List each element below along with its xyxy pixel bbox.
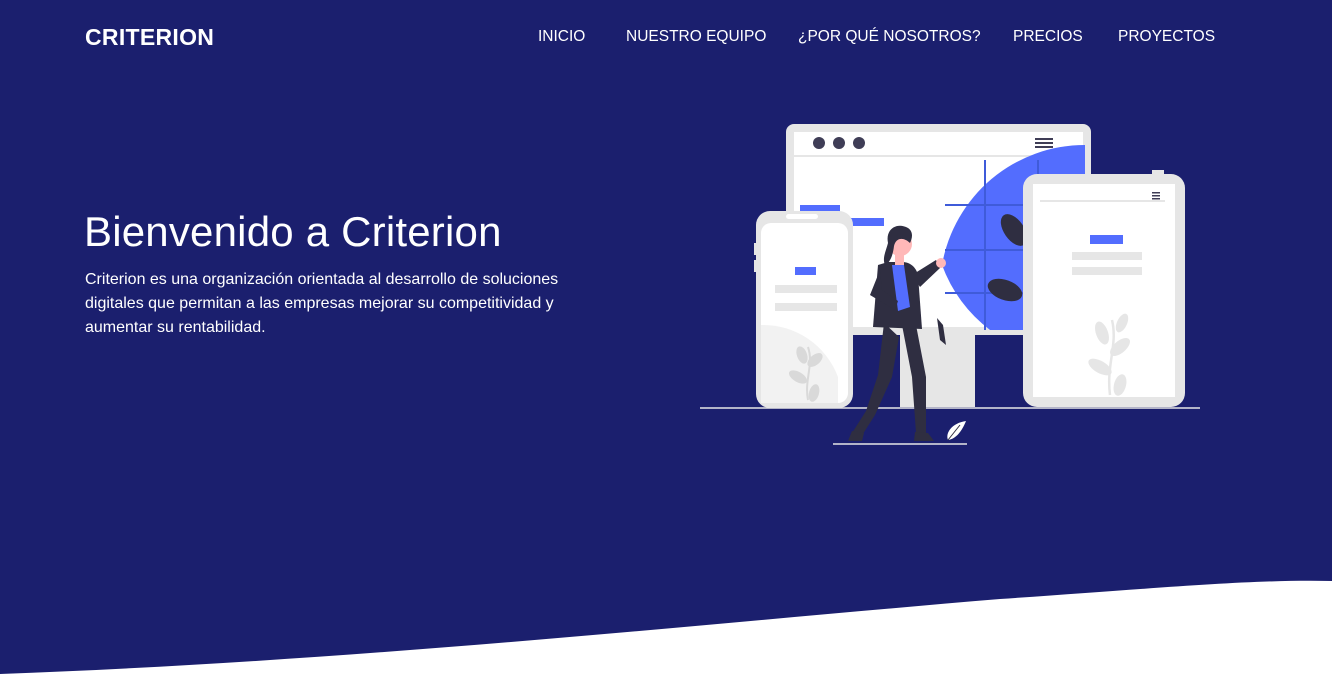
nav-link-nuestro-equipo[interactable]: NUESTRO EQUIPO [626,28,766,46]
small-leaf-graphic [947,421,966,441]
bottom-wave [0,580,1332,679]
nav-link-proyectos[interactable]: PROYECTOS [1118,28,1215,46]
tablet-graphic [1023,170,1185,407]
phone-graphic [754,211,853,408]
hero-description: Criterion es una organización orientada … [85,271,559,336]
hero-illustration [700,124,1200,445]
nav-link-inicio[interactable]: INICIO [538,28,585,46]
nav-link-precios[interactable]: PRECIOS [1013,28,1083,46]
hero-title: Bienvenido a Criterion [84,208,502,255]
navbar: CRITERION INICIO NUESTRO EQUIPO ¿POR QUÉ… [0,0,1332,76]
nav-links: INICIO NUESTRO EQUIPO ¿POR QUÉ NOSOTROS?… [0,28,1332,52]
nav-link-por-que-nosotros[interactable]: ¿POR QUÉ NOSOTROS? [798,28,981,46]
